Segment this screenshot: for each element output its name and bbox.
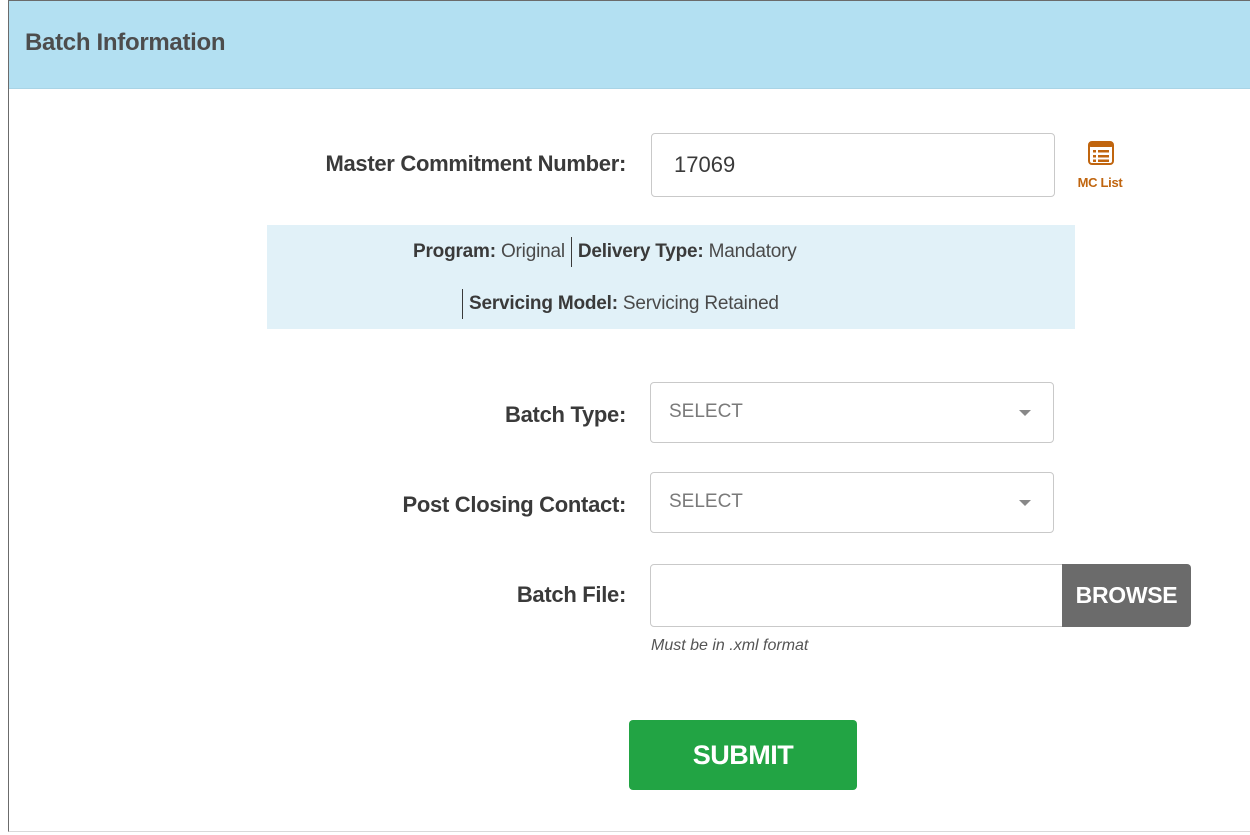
master-commitment-number-label: Master Commitment Number:	[325, 151, 626, 176]
list-icon	[1088, 141, 1114, 165]
panel-title: Batch Information	[25, 29, 226, 56]
delivery-type-label: Delivery Type:	[577, 241, 704, 263]
info-separator	[570, 237, 572, 267]
servicing-model-label: Servicing Model:	[469, 293, 618, 315]
post-closing-contact-selected: SELECT	[669, 491, 743, 512]
batch-information-panel: Batch Information Master Commitment Numb…	[8, 0, 1250, 832]
chevron-down-icon	[1019, 500, 1031, 506]
batch-file-input[interactable]	[650, 564, 1063, 627]
servicing-model-value: Servicing Retained	[622, 293, 779, 315]
mc-list-label: MC List	[1077, 175, 1123, 190]
post-closing-contact-label: Post Closing Contact:	[402, 492, 627, 517]
batch-file-hint: Must be in .xml format	[651, 637, 809, 654]
panel-header: Batch Information	[9, 1, 1250, 89]
batch-type-select[interactable]: SELECT	[650, 382, 1054, 443]
mc-list-button[interactable]: MC List	[1069, 137, 1129, 197]
batch-type-label: Batch Type:	[505, 402, 626, 427]
master-commitment-number-input[interactable]	[651, 133, 1055, 197]
batch-file-label: Batch File:	[516, 582, 626, 607]
info-line-1: Program: Original Delivery Type: Mandator…	[413, 237, 797, 267]
submit-button[interactable]: SUBMIT	[629, 720, 857, 790]
info-line-2: Servicing Model: Servicing Retained	[462, 289, 779, 319]
delivery-type-value: Mandatory	[708, 241, 797, 263]
commitment-info-box: Program: Original Delivery Type: Mandator…	[267, 225, 1075, 329]
browse-button[interactable]: BROWSE	[1062, 564, 1191, 627]
batch-type-selected: SELECT	[669, 401, 743, 422]
program-label: Program:	[413, 241, 496, 263]
program-value: Original	[500, 241, 565, 263]
info-separator	[462, 289, 463, 319]
chevron-down-icon	[1019, 410, 1031, 416]
post-closing-contact-select[interactable]: SELECT	[650, 472, 1054, 533]
